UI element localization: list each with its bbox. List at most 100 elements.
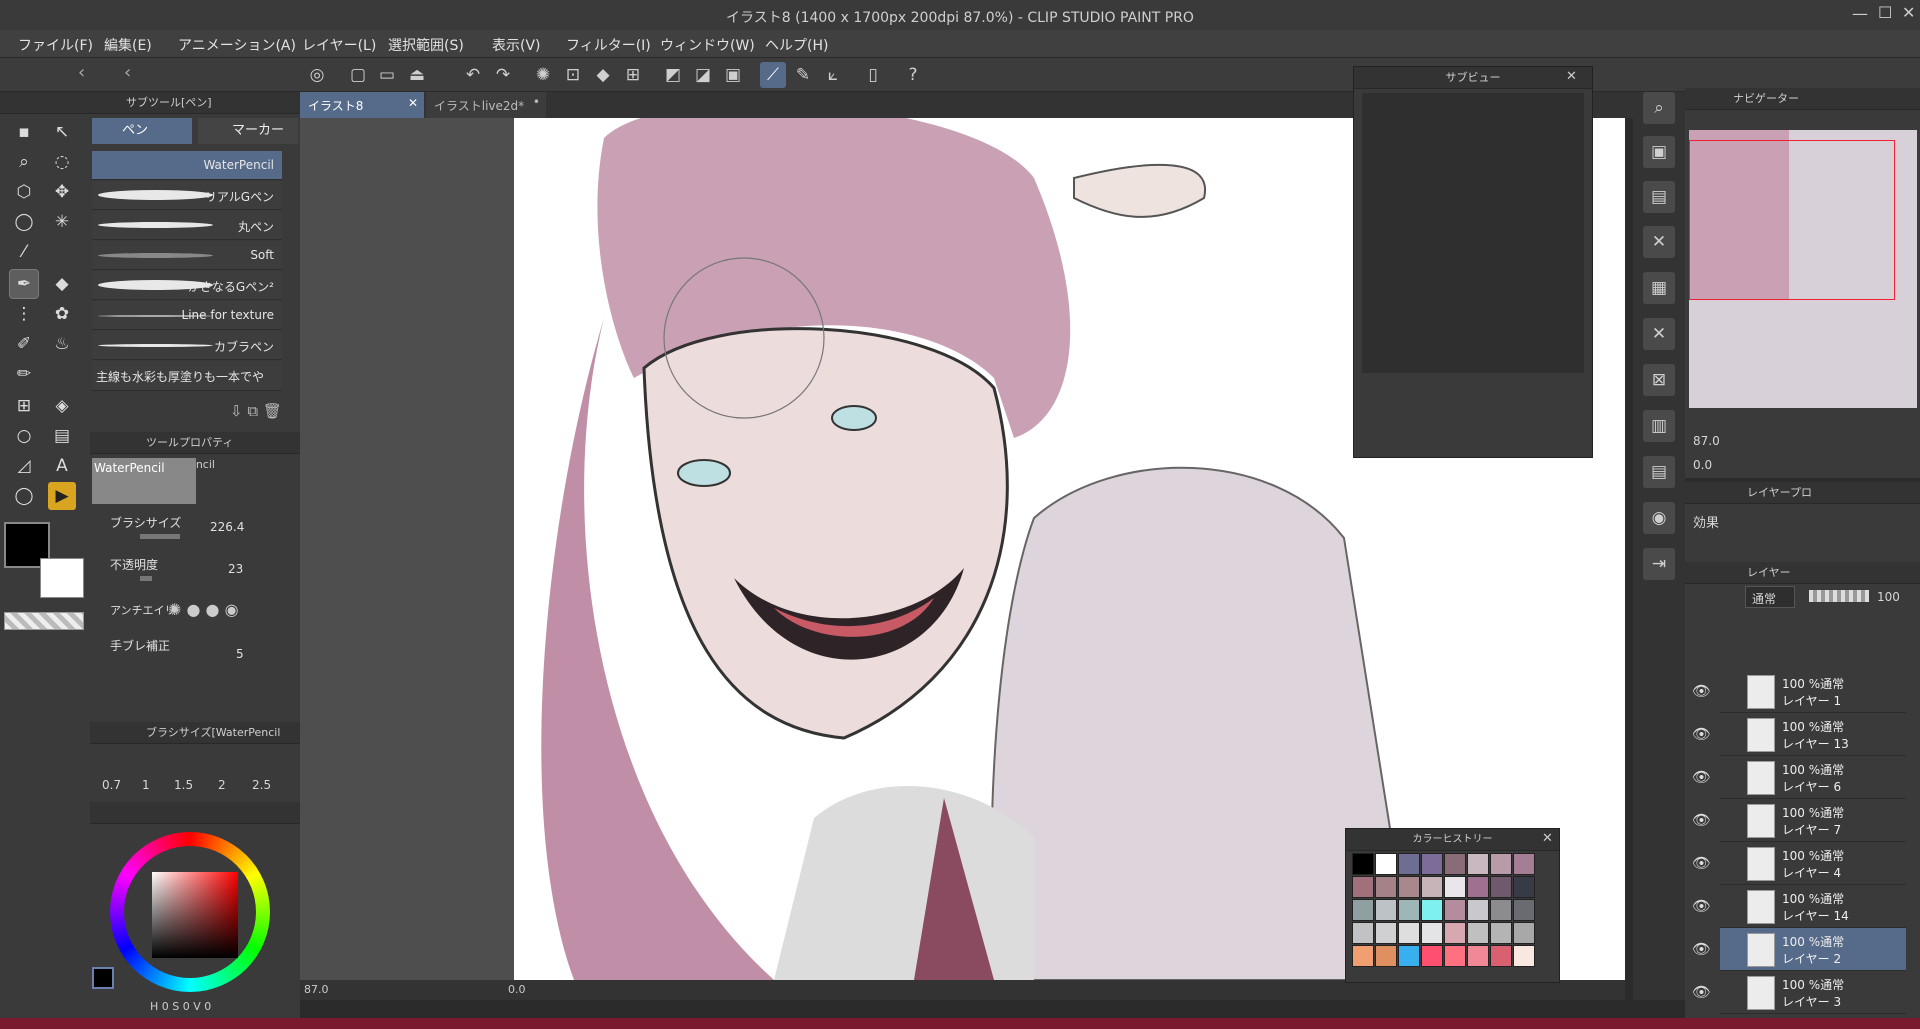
clear-icon[interactable]: ✺ — [530, 62, 556, 88]
color-swatch[interactable] — [1352, 876, 1374, 898]
companion-icon[interactable]: ▯ — [860, 62, 886, 88]
save-icon[interactable]: ⏏ — [404, 62, 430, 88]
navigator-preview[interactable] — [1689, 130, 1917, 408]
eyedropper-icon[interactable]: ⁄ — [10, 238, 38, 266]
color-swatch[interactable] — [1490, 945, 1512, 967]
color-swatch[interactable] — [1421, 945, 1443, 967]
size-preset[interactable]: 0.7 — [102, 778, 121, 792]
antialias-row[interactable]: アンチエイリ ✺ ● ● ◉ — [92, 600, 282, 640]
panel-collapse-icon[interactable]: ‹ — [78, 62, 85, 83]
color-swatch[interactable] — [1513, 876, 1535, 898]
color-swatch[interactable] — [1444, 945, 1466, 967]
menu-filter[interactable]: フィルター(I) — [566, 35, 651, 55]
color-swatch[interactable] — [1444, 922, 1466, 944]
export-icon[interactable]: ⇥ — [1643, 548, 1675, 580]
tab-pen[interactable]: ペン — [92, 118, 192, 144]
color-swatch[interactable] — [1444, 876, 1466, 898]
redo-icon[interactable]: ↷ — [490, 62, 516, 88]
maximize-icon[interactable]: ☐ — [1878, 3, 1892, 22]
color-swatch[interactable] — [1490, 922, 1512, 944]
color-swatch[interactable] — [1490, 899, 1512, 921]
snap-special-icon[interactable]: ✎ — [790, 62, 816, 88]
figure-icon[interactable]: ○ — [10, 422, 38, 450]
layer-row[interactable]: 👁 100 %通常 レイヤー 3 — [1692, 971, 1906, 1014]
blend-mode-select[interactable]: 通常 — [1745, 586, 1795, 608]
color-swatch[interactable] — [1398, 945, 1420, 967]
menu-layer[interactable]: レイヤー(L) — [302, 35, 376, 55]
menu-window[interactable]: ウィンドウ(W) — [660, 35, 755, 55]
correct-line-icon[interactable]: ▶ — [48, 482, 76, 510]
brush-item[interactable]: WaterPencil — [92, 151, 282, 180]
navigator-zoom[interactable]: 87.0 — [1693, 434, 1720, 448]
color-swatch[interactable] — [1398, 853, 1420, 875]
brush-item[interactable]: 丸ペン — [92, 211, 282, 240]
brush-item[interactable]: かさなるGペン² — [92, 271, 282, 300]
fill-tool-icon[interactable]: ◈ — [48, 392, 76, 420]
eye-icon[interactable]: 👁 — [1692, 682, 1711, 700]
color-swatch[interactable] — [1513, 922, 1535, 944]
menu-animation[interactable]: アニメーション(A) — [178, 35, 296, 55]
help-icon[interactable]: ? — [900, 62, 926, 88]
operation-icon[interactable]: ↖ — [48, 118, 76, 146]
color-swatch[interactable] — [1398, 876, 1420, 898]
navigator-viewport-frame[interactable] — [1689, 140, 1895, 300]
doc-tab[interactable]: イラストlive2d* • — [426, 92, 546, 118]
color-swatch[interactable] — [1490, 876, 1512, 898]
size-preset[interactable]: 1 — [142, 778, 150, 792]
layer-row[interactable]: 👁 100 %通常 レイヤー 14 — [1692, 885, 1906, 928]
camera-icon[interactable]: ◉ — [1643, 502, 1675, 534]
color-swatch[interactable] — [1467, 922, 1489, 944]
color-swatch[interactable] — [1375, 853, 1397, 875]
color-swatch[interactable] — [1467, 899, 1489, 921]
clip-studio-icon[interactable]: ◎ — [304, 62, 330, 88]
frame-icon[interactable]: ⊞ — [10, 392, 38, 420]
color-swatch[interactable] — [1398, 922, 1420, 944]
color-swatch[interactable] — [1444, 853, 1466, 875]
tab-marker[interactable]: マーカー — [198, 118, 298, 144]
pen-icon[interactable]: ✒ — [9, 269, 39, 299]
color-swatch[interactable] — [1398, 899, 1420, 921]
ruler-icon[interactable]: ◿ — [10, 452, 38, 480]
color-swatch[interactable] — [1352, 899, 1374, 921]
sub-color-swatch[interactable] — [40, 558, 84, 598]
color-swatch[interactable] — [1467, 876, 1489, 898]
decoration-icon[interactable]: ✿ — [48, 300, 76, 328]
clear-outside-icon[interactable]: ⊡ — [560, 62, 586, 88]
transparent-color-swatch[interactable] — [4, 612, 84, 630]
eye-icon[interactable]: 👁 — [1692, 725, 1711, 743]
color-swatch[interactable] — [1513, 899, 1535, 921]
new-file-icon[interactable]: ▢ — [345, 62, 371, 88]
stabilizer-value[interactable]: 5 — [236, 647, 244, 661]
material-icon[interactable]: ▣ — [1643, 136, 1675, 168]
brush-size-row[interactable]: ブラシサイズ 226.4 — [92, 514, 282, 554]
size-preset[interactable]: 2 — [218, 778, 226, 792]
brush-item[interactable]: カブラペン — [92, 331, 282, 360]
doc-tab-active[interactable]: イラスト8 ✕ — [300, 92, 424, 118]
color-swatch[interactable] — [1421, 899, 1443, 921]
layer-opacity-value[interactable]: 100 — [1877, 590, 1900, 604]
watercolor-icon[interactable]: ♨ — [48, 330, 76, 358]
add-brush-icon[interactable]: ⇩ ⧉ 🗑 — [230, 402, 282, 420]
color-swatch[interactable] — [1352, 922, 1374, 944]
blend-icon[interactable]: ✐ — [10, 330, 38, 358]
color-swatch[interactable] — [1513, 945, 1535, 967]
menu-edit[interactable]: 編集(E) — [104, 35, 152, 55]
opacity-slider[interactable] — [140, 576, 152, 581]
transform-layer-icon[interactable]: ⊠ — [1643, 364, 1675, 396]
menu-help[interactable]: ヘルプ(H) — [765, 35, 828, 55]
brush-size-value[interactable]: 226.4 — [210, 520, 244, 534]
layer-row[interactable]: 👁 100 %通常 レイヤー 13 — [1692, 713, 1906, 756]
minimize-icon[interactable]: — — [1852, 4, 1868, 23]
invert-select-icon[interactable]: ◪ — [690, 62, 716, 88]
color-swatch[interactable] — [1421, 853, 1443, 875]
color-history-close-icon[interactable]: ✕ — [1542, 831, 1553, 846]
color-swatch[interactable] — [1513, 853, 1535, 875]
close-icon[interactable]: ✕ — [1902, 3, 1915, 22]
menu-file[interactable]: ファイル(F) — [18, 35, 93, 55]
color-swatch[interactable] — [1375, 876, 1397, 898]
opacity-value[interactable]: 23 — [228, 562, 243, 576]
layer-row-selected[interactable]: 👁 100 %通常 レイヤー 2 — [1692, 928, 1906, 971]
magnifier-icon[interactable]: ⌕ — [10, 148, 38, 176]
move-icon[interactable]: ✥ — [48, 178, 76, 206]
stabilizer-row[interactable]: 手ブレ補正 5 — [92, 637, 282, 677]
